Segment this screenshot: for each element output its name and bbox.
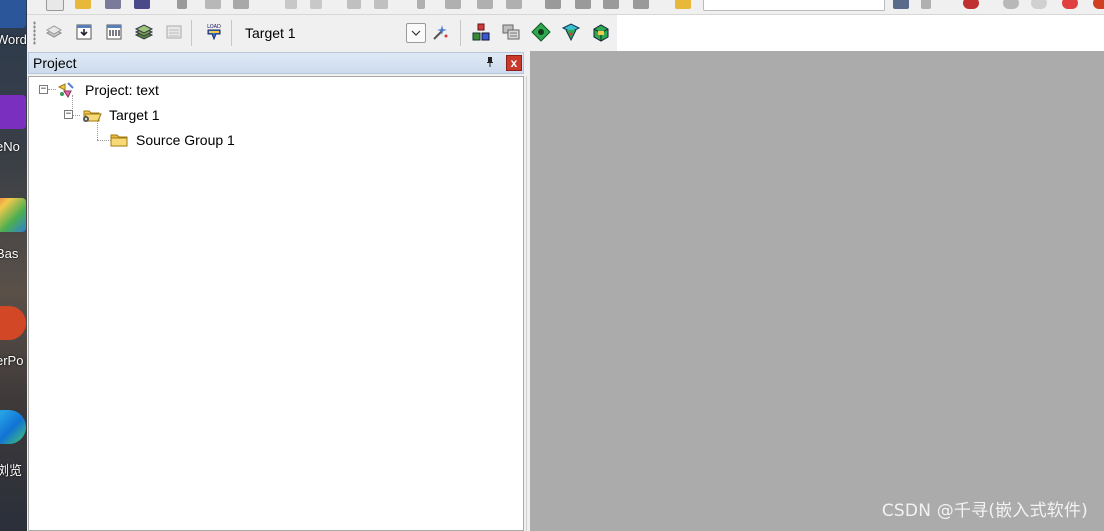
toolbar-separator [460,20,461,46]
save-all-icon[interactable] [134,0,150,9]
desktop-label-word: Word [0,32,27,47]
select-packs-icon[interactable] [531,22,551,42]
target-selector-value: Target 1 [245,25,296,41]
toolbar-grip[interactable] [33,21,36,45]
watermark-text: CSDN @千寻(嵌入式软件) [881,501,1088,521]
unindent-icon[interactable] [575,0,591,9]
powerpoint-desktop-icon[interactable] [0,306,26,340]
configure-icon[interactable] [1093,0,1104,9]
editor-area [530,51,1104,531]
toolbar-separator [231,20,232,46]
tree-node-source-group[interactable]: Source Group 1 [109,130,235,150]
run-time-environment-icon[interactable] [591,22,611,42]
tree-node-label: Project: text [85,82,159,98]
undo-icon[interactable] [285,0,297,9]
desktop-label-browser: 浏览 [0,463,23,478]
comment-icon[interactable] [603,0,619,9]
tree-node-project[interactable]: Project: text [56,80,159,100]
prev-bookmark-icon[interactable] [445,0,461,9]
target-options-icon[interactable] [431,22,451,42]
target-selector[interactable]: Target 1 [238,22,424,43]
file-extensions-icon[interactable] [501,22,521,42]
tree-connector [72,115,80,116]
project-icon [56,81,76,99]
onenote-desktop-icon[interactable] [0,95,26,129]
translate-icon[interactable] [44,22,64,42]
basic-app-desktop-icon[interactable] [0,198,26,232]
close-icon[interactable]: x [506,55,522,71]
project-pane: Project x − Project: text − Target 1 Sou… [27,51,531,531]
download-icon[interactable]: LOAD [204,22,224,42]
clear-bookmarks-icon[interactable] [506,0,522,9]
redo-icon[interactable] [310,0,322,9]
svg-text:LOAD: LOAD [207,24,221,30]
paste-icon[interactable] [233,0,249,9]
uncomment-icon[interactable] [633,0,649,9]
chevron-down-icon[interactable] [406,23,426,43]
rebuild-icon[interactable] [104,22,124,42]
disable-breakpoint-icon[interactable] [1031,0,1047,9]
batch-build-icon[interactable] [134,22,154,42]
toolbar-empty-area [617,15,1104,51]
tree-connector [48,89,56,90]
nav-back-icon[interactable] [347,0,361,9]
breakpoint-icon[interactable] [1003,0,1019,9]
desktop-background: Word eNo Bas erPo 浏览 [0,0,27,531]
collapse-project-toggle[interactable]: − [39,85,48,94]
target-folder-icon [80,106,102,124]
open-file-icon[interactable] [75,0,91,9]
kill-breakpoints-icon[interactable] [1062,0,1078,9]
collapse-target-toggle[interactable]: − [64,110,73,119]
project-tree: − Project: text − Target 1 Source Group … [28,76,524,531]
desktop-label-onenote: eNo [0,139,20,154]
indent-icon[interactable] [545,0,561,9]
tree-node-target[interactable]: Target 1 [80,105,160,125]
stop-build-icon[interactable] [164,22,184,42]
find-in-files-icon[interactable] [675,0,691,9]
desktop-label-powerpoint: erPo [0,353,24,368]
folder-icon [109,131,129,149]
next-bookmark-icon[interactable] [477,0,493,9]
word-desktop-icon[interactable] [0,0,26,28]
file-toolbar [27,0,1104,15]
project-pane-title: Project [33,55,77,71]
build-icon[interactable] [74,22,94,42]
tree-node-label: Source Group 1 [136,132,235,148]
incremental-find-icon[interactable] [921,0,931,9]
project-pane-header[interactable]: Project x [28,52,524,74]
debug-session-icon[interactable] [963,0,979,9]
pin-icon[interactable] [483,56,497,70]
edge-desktop-icon[interactable] [0,410,26,444]
cut-icon[interactable] [177,0,187,9]
bookmark-icon[interactable] [417,0,425,9]
manage-components-icon[interactable] [471,22,491,42]
pack-installer-icon[interactable] [561,22,581,42]
tree-node-label: Target 1 [109,107,160,123]
nav-forward-icon[interactable] [374,0,388,9]
find-icon[interactable] [893,0,909,9]
copy-icon[interactable] [205,0,221,9]
desktop-label-bas: Bas [0,246,19,261]
find-combo[interactable] [703,0,885,11]
toolbar-separator [191,20,192,46]
new-file-icon[interactable] [46,0,64,11]
save-icon[interactable] [105,0,121,9]
